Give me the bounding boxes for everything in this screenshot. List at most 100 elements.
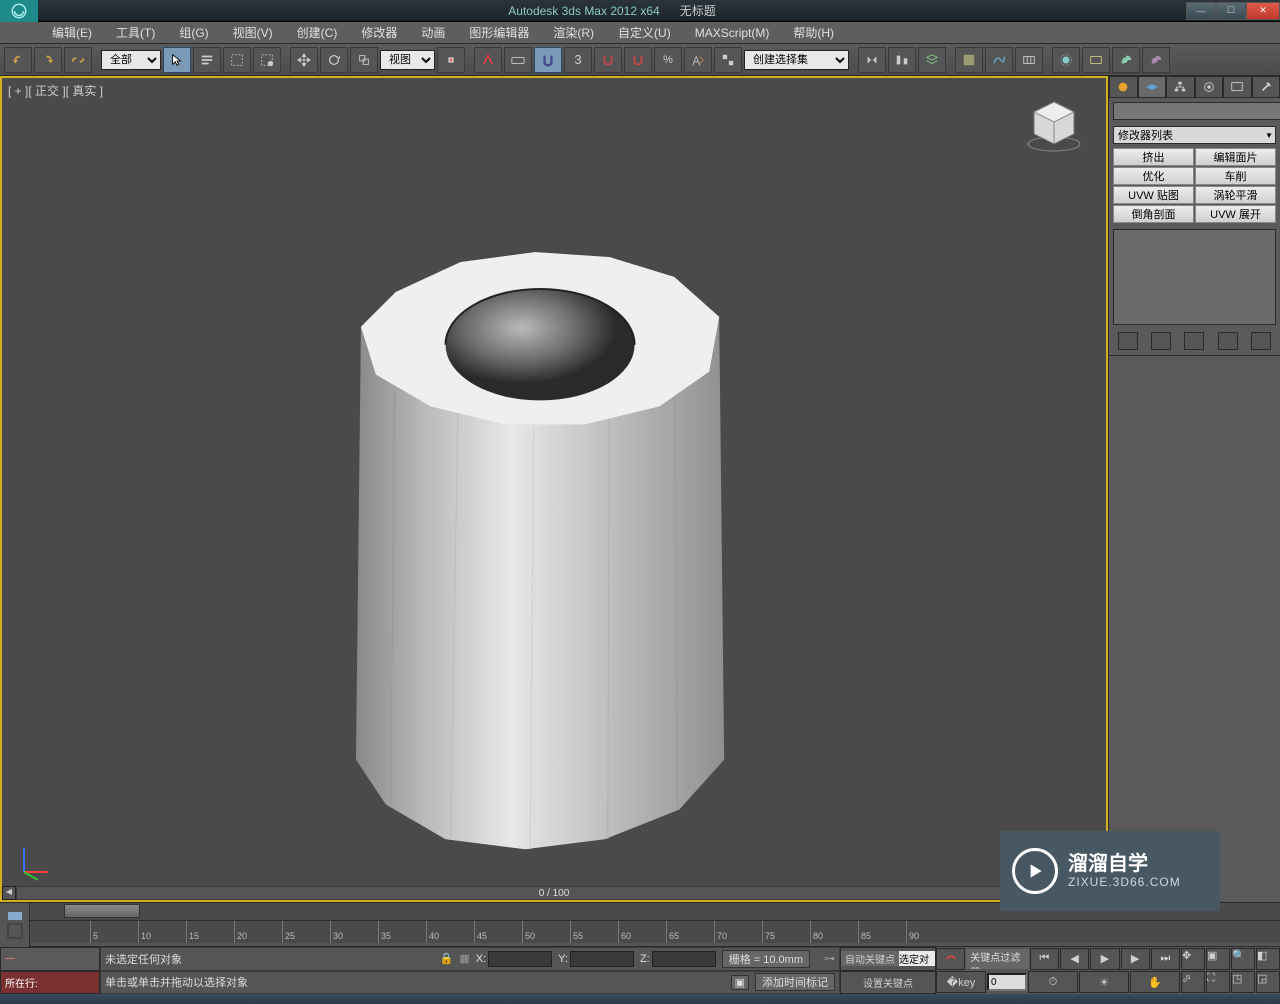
selection-lock-icon[interactable]: ▦ xyxy=(459,952,469,965)
time-tag-icon[interactable]: ▣ xyxy=(731,975,749,990)
menu-help[interactable]: 帮助(H) xyxy=(781,22,846,43)
time-slider-thumb[interactable] xyxy=(64,904,140,918)
prev-frame-icon[interactable]: ◀ xyxy=(1060,948,1089,970)
lock-icon[interactable]: 🔒 xyxy=(440,952,454,965)
material-editor-icon[interactable] xyxy=(1015,47,1043,73)
viewport-label[interactable]: [ + ][ 正交 ][ 真实 ] xyxy=(8,82,103,99)
time-config-button[interactable]: ⏱ xyxy=(1028,971,1078,993)
pin-stack-icon[interactable] xyxy=(1118,332,1138,350)
auto-key-button[interactable]: 自动关键点 xyxy=(841,951,899,966)
manipulate-icon[interactable] xyxy=(474,47,502,73)
maximize-button[interactable]: ☐ xyxy=(1216,2,1246,20)
close-button[interactable]: ✕ xyxy=(1246,2,1280,20)
mod-uvw-map-button[interactable]: UVW 贴图 xyxy=(1113,186,1194,204)
configure-sets-icon[interactable] xyxy=(1251,332,1271,350)
minimize-button[interactable]: — xyxy=(1186,2,1216,20)
menu-rendering[interactable]: 渲染(R) xyxy=(541,22,606,43)
keyboard-shortcut-icon[interactable] xyxy=(504,47,532,73)
menu-graph-editors[interactable]: 图形编辑器 xyxy=(457,22,541,43)
time-config-icon[interactable] xyxy=(0,903,30,947)
scale-icon[interactable] xyxy=(350,47,378,73)
coord-y-input[interactable] xyxy=(570,951,634,967)
menu-views[interactable]: 视图(V) xyxy=(221,22,285,43)
menu-create[interactable]: 创建(C) xyxy=(285,22,350,43)
nav-zoom-extents-icon[interactable]: ▣ xyxy=(1206,948,1230,970)
redo-icon[interactable] xyxy=(34,47,62,73)
modifier-stack[interactable] xyxy=(1113,229,1276,325)
selection-filter-dropdown[interactable]: 全部 xyxy=(101,50,161,70)
goto-end-icon[interactable]: ⏭ xyxy=(1151,948,1180,970)
mod-extrude-button[interactable]: 挤出 xyxy=(1113,148,1194,166)
schematic-view-icon[interactable] xyxy=(985,47,1013,73)
key-toggle-icon[interactable]: �key xyxy=(936,971,986,993)
play-icon[interactable]: ▶ xyxy=(1090,948,1119,970)
edit-named-sel-icon[interactable] xyxy=(684,47,712,73)
time-ruler[interactable]: 51015202530354045505560657075808590 xyxy=(30,921,1280,943)
angle-snap-icon[interactable]: 3 xyxy=(564,47,592,73)
tab-utilities[interactable] xyxy=(1252,76,1280,98)
nav-fov-icon[interactable]: ◧ xyxy=(1256,948,1280,970)
undo-icon[interactable] xyxy=(4,47,32,73)
menu-maxscript[interactable]: MAXScript(M) xyxy=(683,22,782,43)
nav-maximize-icon[interactable]: ⛶ xyxy=(1206,971,1230,993)
viewcube[interactable] xyxy=(1024,96,1084,156)
tab-display[interactable] xyxy=(1223,76,1252,98)
nav-region-icon[interactable]: ◲ xyxy=(1256,971,1280,993)
comm-center-icon[interactable]: ⊶ xyxy=(824,952,835,965)
app-icon[interactable] xyxy=(0,0,38,22)
layers-icon[interactable] xyxy=(918,47,946,73)
mod-lathe-button[interactable]: 车削 xyxy=(1195,167,1276,185)
coord-z-input[interactable] xyxy=(652,951,716,967)
set-key-button[interactable]: 设置关键点 xyxy=(841,975,935,990)
scroll-left-icon[interactable]: ◀ xyxy=(2,886,16,900)
tab-hierarchy[interactable] xyxy=(1166,76,1195,98)
key-mode-icon[interactable] xyxy=(936,948,965,970)
menu-modifiers[interactable]: 修改器 xyxy=(349,22,409,43)
link-icon[interactable] xyxy=(64,47,92,73)
add-time-tag[interactable]: 添加时间标记 xyxy=(755,973,835,991)
mod-chamfer-button[interactable]: 倒角剖面 xyxy=(1113,205,1194,223)
pivot-icon[interactable] xyxy=(437,47,465,73)
make-unique-icon[interactable] xyxy=(1184,332,1204,350)
menu-customize[interactable]: 自定义(U) xyxy=(606,22,683,43)
mirror-icon[interactable] xyxy=(858,47,886,73)
frame-indicator[interactable]: 0 / 100 xyxy=(17,887,1091,899)
show-end-result-icon[interactable] xyxy=(1151,332,1171,350)
select-object-icon[interactable] xyxy=(163,47,191,73)
select-by-name-icon[interactable] xyxy=(193,47,221,73)
ref-coord-dropdown[interactable]: 视图 xyxy=(380,50,435,70)
curve-editor-icon[interactable] xyxy=(955,47,983,73)
nav-walk-icon[interactable]: ⬀ xyxy=(1181,971,1205,993)
render-frame-icon[interactable] xyxy=(1082,47,1110,73)
mod-optimize-button[interactable]: 优化 xyxy=(1113,167,1194,185)
modifier-list-dropdown[interactable]: 修改器列表 xyxy=(1113,126,1276,144)
percent-snap-icon[interactable] xyxy=(594,47,622,73)
mod-uvw-unwrap-button[interactable]: UVW 展开 xyxy=(1195,205,1276,223)
nav-zoom-icon[interactable]: 🔍 xyxy=(1231,948,1255,970)
key-filters-button[interactable]: 关键点过滤器... xyxy=(966,949,1029,969)
menu-group[interactable]: 组(G) xyxy=(167,22,220,43)
tab-motion[interactable] xyxy=(1195,76,1224,98)
coord-x-input[interactable] xyxy=(488,951,552,967)
snap-toggle-icon[interactable] xyxy=(534,47,562,73)
percent-icon[interactable]: % xyxy=(654,47,682,73)
remove-modifier-icon[interactable] xyxy=(1218,332,1238,350)
render-prod-icon[interactable] xyxy=(1112,47,1140,73)
mod-edit-patch-button[interactable]: 编辑面片 xyxy=(1195,148,1276,166)
menu-edit[interactable]: 编辑(E) xyxy=(40,22,104,43)
viewport-scrollbar[interactable]: ◀ 0 / 100 ▶ xyxy=(2,886,1106,900)
viewport[interactable]: [ + ][ 正交 ][ 真实 ] xyxy=(0,76,1108,902)
menu-animation[interactable]: 动画 xyxy=(409,22,457,43)
current-frame-input[interactable] xyxy=(987,973,1027,991)
render-setup-icon[interactable] xyxy=(1052,47,1080,73)
tab-modify[interactable] xyxy=(1138,76,1167,98)
tab-create[interactable] xyxy=(1109,76,1138,98)
spinner-snap-icon[interactable] xyxy=(624,47,652,73)
mod-turbosmooth-button[interactable]: 涡轮平滑 xyxy=(1195,186,1276,204)
named-selection-dropdown[interactable]: 创建选择集 xyxy=(744,50,849,70)
goto-start-icon[interactable]: ⏮ xyxy=(1030,948,1059,970)
nav-zoom-all-icon[interactable]: ◳ xyxy=(1231,971,1255,993)
next-frame-icon[interactable]: ▶ xyxy=(1121,948,1150,970)
nav-orbit-icon[interactable]: ✋ xyxy=(1130,971,1180,993)
object-name-input[interactable] xyxy=(1113,102,1280,120)
